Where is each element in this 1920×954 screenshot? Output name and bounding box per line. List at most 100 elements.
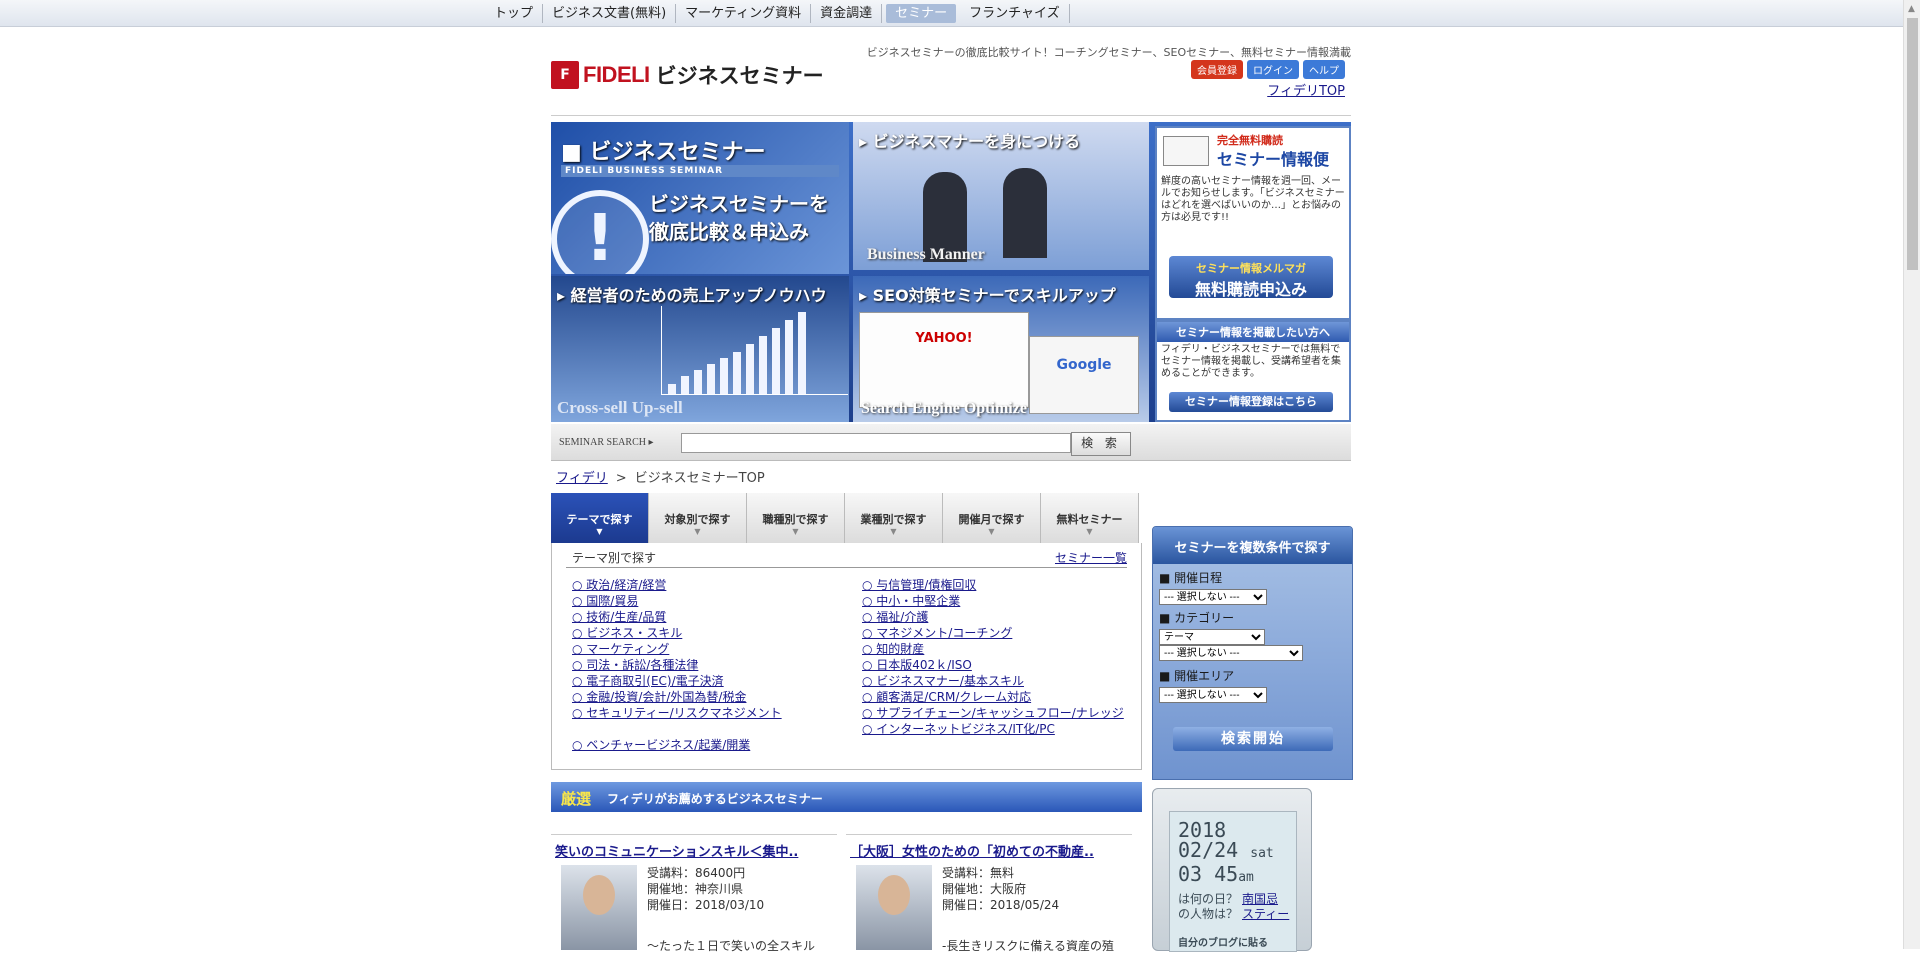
breadcrumb-home-link[interactable]: フィデリ <box>556 471 608 486</box>
category-select[interactable]: テーマ <box>1159 629 1265 645</box>
tab-theme[interactable]: テーマで探す ▼ <box>551 493 649 543</box>
seminar-photo[interactable] <box>856 865 932 950</box>
tab-month[interactable]: 開催月で探す ▼ <box>943 493 1041 543</box>
theme-link[interactable]: ○ 与信管理/債権回収 <box>862 577 1132 593</box>
mail-subscribe-button[interactable]: セミナー情報メルマガ 無料購読申込み <box>1169 256 1333 299</box>
top-navigation: トップ ビジネス文書(無料) マーケティング資料 資金調達 セミナー フランチャ… <box>0 0 1905 27</box>
growth-bar <box>681 376 689 394</box>
theme-link[interactable]: ○ 電子商取引(EC)/電子決済 <box>572 673 842 689</box>
theme-link[interactable]: ○ 顧客満足/CRM/クレーム対応 <box>862 689 1132 705</box>
nav-item-funding[interactable]: 資金調達 <box>811 4 883 23</box>
seminar-excerpt: ～たった１日で笑いの全スキル <box>647 939 816 953</box>
theme-link[interactable]: ○ 知的財産 <box>862 641 1132 657</box>
theme-link[interactable]: ○ マネジメント/コーチング <box>862 625 1132 641</box>
widget-date: 02/24 sat <box>1178 838 1274 862</box>
seminar-place: 開催地：神奈川県 <box>647 882 744 896</box>
seminar-photo[interactable] <box>561 865 637 950</box>
tab-free-seminar[interactable]: 無料セミナー ▼ <box>1041 493 1139 543</box>
growth-bar <box>798 312 806 394</box>
register-button[interactable]: 会員登録 <box>1191 60 1243 79</box>
seminar-card-title[interactable]: ［大阪］女性のための「初めての不動産.. <box>850 841 1094 860</box>
yahoo-screenshot: YAHOO! <box>859 312 1029 408</box>
theme-link[interactable]: ○ 福祉/介護 <box>862 609 1132 625</box>
theme-list-heading: テーマ別で探す <box>572 551 657 565</box>
banner-main-panel[interactable]: ■ ビジネスセミナー FIDELI BUSINESS SEMINAR ! ビジネ… <box>551 122 849 274</box>
banner-seo-panel[interactable]: ▸ SEO対策セミナーでスキルアップ YAHOO! Google Search … <box>853 276 1149 422</box>
widget-date-value: 02/24 <box>1178 838 1239 862</box>
widget-answer-day-link[interactable]: 南国忌 <box>1242 892 1289 907</box>
nav-item-seminar[interactable]: セミナー <box>886 4 957 23</box>
growth-bar <box>694 370 702 394</box>
search-tabs: テーマで探す ▼ 対象別で探す ▼ 職種別で探す ▼ 業種別で探す ▼ 開催月で探す ▼ … <box>551 493 1142 543</box>
caret-down-icon: ▼ <box>596 527 603 536</box>
hero-banner: ■ ビジネスセミナー FIDELI BUSINESS SEMINAR ! ビジネ… <box>551 122 1351 422</box>
date-widget-screen: 2018 02/24 sat 03 45am は何の日？ の人物は？ 南国忌 ス… <box>1169 811 1297 952</box>
top-nav-items: トップ ビジネス文書(無料) マーケティング資料 資金調達 セミナー フランチャ… <box>485 4 1070 23</box>
banner-main-subtitle: FIDELI BUSINESS SEMINAR <box>561 165 839 177</box>
theme-link[interactable]: ○ ベンチャービジネス/起業/開業 <box>572 737 842 753</box>
breadcrumb-current: ビジネスセミナーTOP <box>634 471 765 486</box>
seminar-excerpt: -長生きリスクに備える資産の殖 <box>942 939 1114 953</box>
widget-answer-person-link[interactable]: スティー <box>1242 907 1289 922</box>
mail-magazine-panel: 完全無料購読 セミナー情報便 鮮度の高いセミナー情報を週一回、メールでお知らせし… <box>1155 126 1351 320</box>
theme-link[interactable]: ○ 金融/投資/会計/外国為替/税金 <box>572 689 842 705</box>
fideli-top-link[interactable]: フィデリTOP <box>1267 80 1345 99</box>
post-seminar-heading: セミナー情報を掲載したい方へ <box>1157 322 1349 342</box>
tab-job-type[interactable]: 職種別で探す ▼ <box>747 493 845 543</box>
seminar-search-input[interactable] <box>681 433 1071 453</box>
post-seminar-button[interactable]: セミナー情報登録はこちら <box>1169 392 1333 412</box>
help-button[interactable]: ヘルプ <box>1303 60 1345 79</box>
seminar-date: 開催日：2018/05/24 <box>942 898 1060 912</box>
theme-link[interactable]: ○ ビジネスマナー/基本スキル <box>862 673 1132 689</box>
theme-link[interactable]: ○ 政治/経済/経営 <box>572 577 842 593</box>
nav-item-top[interactable]: トップ <box>485 4 544 23</box>
tab-industry[interactable]: 業種別で探す ▼ <box>845 493 943 543</box>
theme-link[interactable]: ○ インターネットビジネス/IT化/PC <box>862 721 1132 737</box>
seminar-list-link[interactable]: セミナー一覧 <box>1055 549 1127 566</box>
scroll-up-icon[interactable]: ▲ <box>1908 4 1915 14</box>
exclamation-icon: ! <box>551 190 649 274</box>
start-search-button[interactable]: 検索開始 <box>1173 727 1333 751</box>
banner-main-catch-line1: ビジネスセミナーを <box>649 192 829 216</box>
nav-item-marketing[interactable]: マーケティング資料 <box>676 4 812 23</box>
theme-link[interactable]: ○ 技術/生産/品質 <box>572 609 842 625</box>
date-select[interactable]: --- 選択しない --- <box>1159 589 1267 605</box>
seminar-card-meta: 受講料：86400円 開催地：神奈川県 開催日：2018/03/10 <box>647 865 764 913</box>
nav-item-franchise[interactable]: フランチャイズ <box>960 4 1070 23</box>
widget-blog-paste-label[interactable]: 自分のブログに貼る <box>1178 934 1268 949</box>
mail-magazine-name: セミナー情報便 <box>1217 150 1330 169</box>
category-sub-select[interactable]: --- 選択しない --- <box>1159 645 1303 661</box>
seminar-card-title[interactable]: 笑いのコミュニケーションスキル＜集中.. <box>555 841 798 860</box>
page-scrollbar[interactable]: ▲ <box>1903 0 1920 949</box>
tab-target[interactable]: 対象別で探す ▼ <box>649 493 747 543</box>
theme-link[interactable]: ○ 国際/貿易 <box>572 593 842 609</box>
theme-link[interactable]: ○ サプライチェーン/キャッシュフロー/ナレッジ <box>862 705 1132 721</box>
theme-link[interactable]: ○ ビジネス・スキル <box>572 625 842 641</box>
site-logo[interactable]: F FIDELI ビジネスセミナー <box>551 60 824 90</box>
widget-answers: 南国忌 スティー <box>1242 892 1289 922</box>
theme-link[interactable]: ○ 司法・訴訟/各種法律 <box>572 657 842 673</box>
mail-subscribe-line2: 無料購読申込み <box>1194 280 1307 299</box>
nav-item-business-docs[interactable]: ビジネス文書(無料) <box>543 4 677 23</box>
theme-link[interactable]: ○ セキュリティー/リスクマネジメント <box>572 705 842 721</box>
category-label: ■ カテゴリー <box>1159 611 1235 625</box>
mail-magazine-description: 鮮度の高いセミナー情報を週一回、メールでお知らせします。「ビジネスセミナーはどれ… <box>1161 176 1345 223</box>
growth-bar <box>785 320 793 394</box>
seminar-fee: 受講料：無料 <box>942 866 1015 880</box>
growth-bar <box>720 358 728 394</box>
theme-link[interactable]: ○ 中小・中堅企業 <box>862 593 1132 609</box>
search-button[interactable]: 検 索 <box>1071 432 1131 456</box>
banner-sales-panel[interactable]: ▸ 経営者のための売上アップノウハウ Cross-sell Up-sell <box>551 276 849 422</box>
widget-day-of-week: sat <box>1250 846 1274 861</box>
scrollbar-thumb[interactable] <box>1907 18 1918 270</box>
theme-link[interactable]: ○ 日本版402ｋ/ISO <box>862 657 1132 673</box>
tab-theme-label: テーマで探す <box>566 513 633 526</box>
login-button[interactable]: ログイン <box>1247 60 1299 79</box>
theme-link[interactable]: ○ マーケティング <box>572 641 842 657</box>
widget-questions: は何の日？ の人物は？ <box>1178 892 1238 922</box>
seminar-card: ［大阪］女性のための「初めての不動産.. 受講料：無料 開催地：大阪府 開催日：… <box>846 834 1132 953</box>
banner-manner-panel[interactable]: ▸ ビジネスマナーを身につける Business Manner <box>853 122 1149 270</box>
seminar-card: 笑いのコミュニケーションスキル＜集中.. 受講料：86400円 開催地：神奈川県… <box>551 834 837 953</box>
area-select[interactable]: --- 選択しない --- <box>1159 687 1267 703</box>
site-title: ビジネスセミナー <box>655 64 824 88</box>
